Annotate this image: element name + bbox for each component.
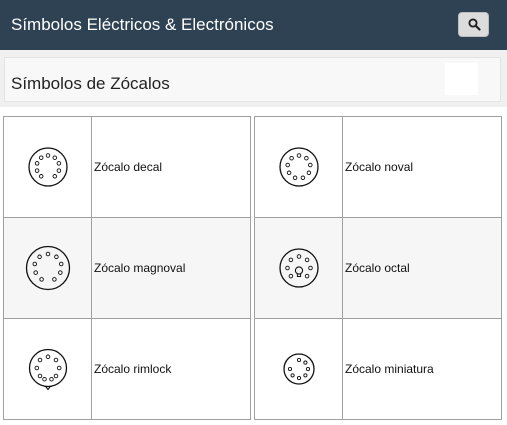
symbol-row: Zócalo decal: [3, 116, 251, 218]
symbol-icon-cell: [3, 217, 92, 319]
symbol-label: Zócalo noval: [342, 116, 502, 218]
symbol-row: Zócalo magnoval: [3, 217, 251, 319]
symbol-row: Zócalo octal: [254, 217, 502, 319]
section-header: Símbolos de Zócalos: [0, 50, 507, 107]
symbols-grid: Zócalo decal Zócalo magnoval Zócalo riml…: [0, 107, 507, 425]
symbol-icon-cell: [3, 116, 92, 218]
symbols-column-right: Zócalo noval Zócalo octal Zócalo miniatu…: [254, 116, 502, 420]
app-header: Símbolos Eléctricos & Electrónicos: [0, 0, 507, 50]
app-title: Símbolos Eléctricos & Electrónicos: [11, 15, 274, 34]
symbol-label: Zócalo miniatura: [342, 318, 502, 420]
search-button[interactable]: [458, 12, 489, 37]
symbol-label: Zócalo magnoval: [91, 217, 251, 319]
octal-socket-symbol: [278, 248, 319, 288]
search-icon: [468, 18, 481, 31]
miniature-socket-symbol: [282, 353, 315, 385]
symbol-icon-cell: [254, 217, 343, 319]
rimlock-socket-symbol: [28, 348, 67, 391]
symbol-icon-cell: [254, 116, 343, 218]
symbol-row: Zócalo rimlock: [3, 318, 251, 420]
section-panel: Símbolos de Zócalos: [4, 57, 501, 102]
magnoval-socket-symbol: [25, 245, 70, 291]
symbol-icon-cell: [3, 318, 92, 420]
section-button[interactable]: [445, 63, 478, 95]
symbol-label: Zócalo decal: [91, 116, 251, 218]
symbols-column-left: Zócalo decal Zócalo magnoval Zócalo riml…: [3, 116, 251, 420]
symbol-label: Zócalo octal: [342, 217, 502, 319]
symbol-icon-cell: [254, 318, 343, 420]
symbol-row: Zócalo noval: [254, 116, 502, 218]
symbol-label: Zócalo rimlock: [91, 318, 251, 420]
section-title: Símbolos de Zócalos: [11, 74, 170, 93]
symbol-row: Zócalo miniatura: [254, 318, 502, 420]
noval-socket-symbol: [278, 147, 319, 187]
decal-socket-symbol: [27, 147, 68, 187]
